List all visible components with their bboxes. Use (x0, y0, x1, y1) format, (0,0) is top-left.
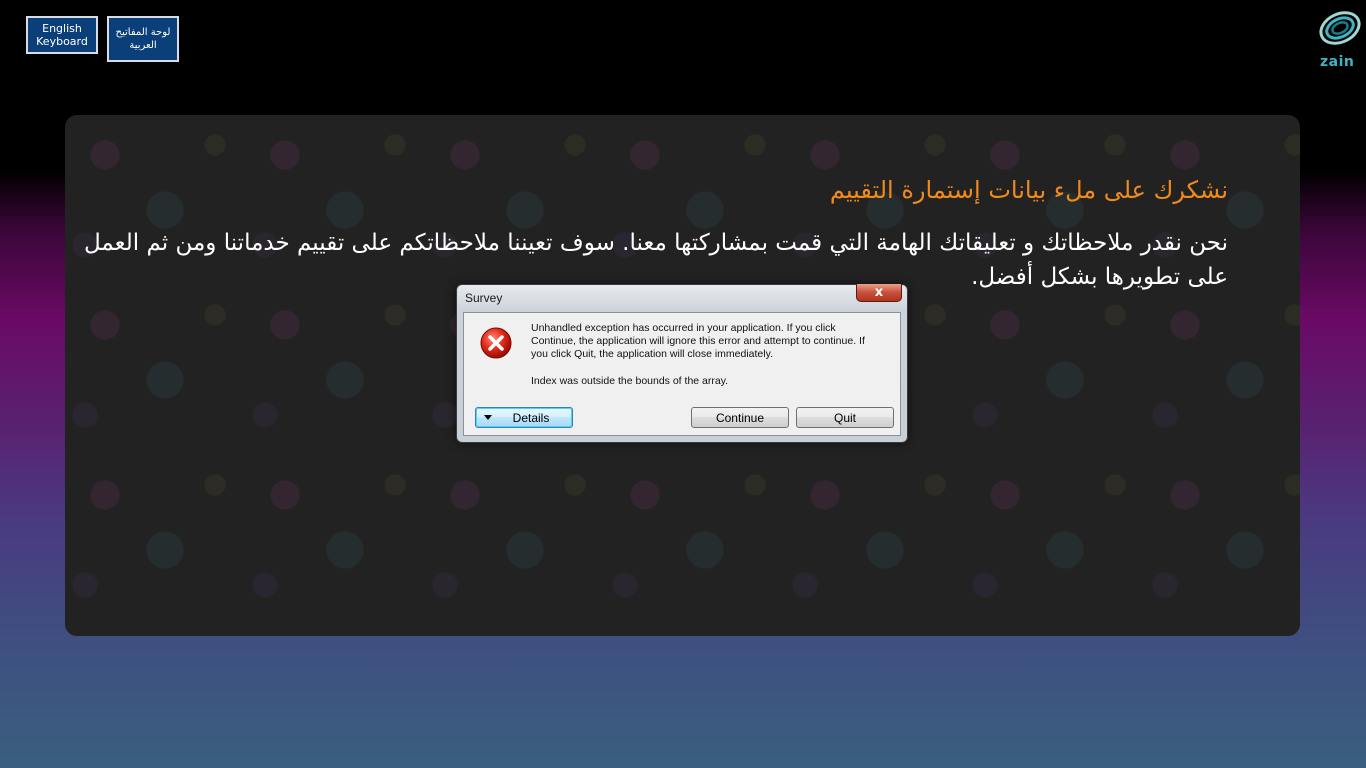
error-dialog: Survey x Unhandled exception has occurre… (456, 284, 908, 443)
page-title: نشكرك على ملء بيانات إستمارة التقييم (829, 176, 1228, 204)
logo-text: zain (1320, 54, 1355, 70)
english-keyboard-label: English Keyboard (36, 22, 88, 48)
close-icon: x (874, 285, 884, 300)
dialog-body: Unhandled exception has occurred in your… (463, 312, 901, 436)
quit-label: Quit (833, 410, 856, 425)
dialog-title: Survey (465, 291, 503, 305)
error-icon (480, 327, 512, 359)
quit-button[interactable]: Quit (796, 407, 894, 428)
continue-label: Continue (715, 410, 765, 425)
close-button[interactable]: x (856, 284, 902, 302)
error-detail: Index was outside the bounds of the arra… (531, 375, 729, 387)
arabic-keyboard-button[interactable]: لوحة المفاتيح العربية (107, 16, 179, 62)
details-label: Details (512, 410, 550, 425)
error-message: Unhandled exception has occurred in your… (531, 322, 865, 360)
continue-button[interactable]: Continue (691, 407, 789, 428)
details-button[interactable]: Details (475, 407, 573, 428)
arabic-keyboard-label: لوحة المفاتيح العربية (115, 27, 171, 51)
chevron-down-icon (484, 415, 492, 420)
english-keyboard-button[interactable]: English Keyboard (26, 16, 98, 54)
